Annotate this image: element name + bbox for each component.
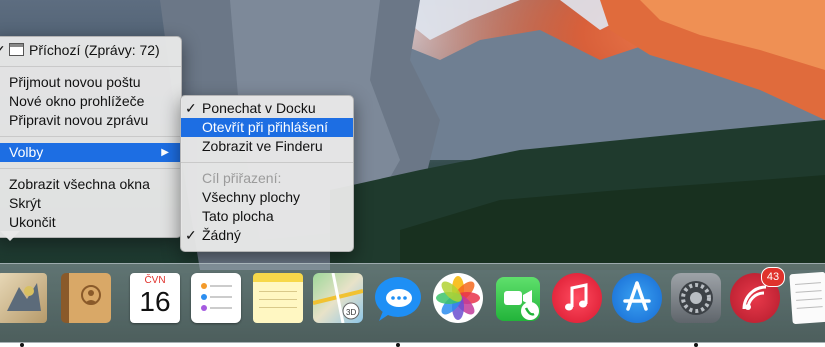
menu-item-new-message[interactable]: Připravit novou zprávu: [0, 111, 181, 130]
menu-item-none[interactable]: ✓ Žádný: [181, 226, 353, 245]
reminders-icon: [191, 273, 241, 323]
menu-pointer: [0, 231, 20, 241]
dock-item-reminders[interactable]: [188, 273, 244, 335]
dock-item-contacts[interactable]: [58, 273, 114, 335]
menu-item-keep-in-dock-label: Ponechat v Docku: [202, 100, 316, 116]
contacts-icon: [61, 273, 111, 323]
app-store-icon: [612, 273, 662, 323]
dock-item-mail[interactable]: [0, 273, 50, 347]
maps-icon: 3D: [312, 272, 364, 324]
calendar-day: 16: [139, 286, 171, 317]
running-indicator: [396, 343, 400, 347]
dock-item-calendar[interactable]: ČVN 16: [127, 273, 183, 335]
dock-item-music[interactable]: [549, 273, 605, 335]
menu-separator: [181, 162, 353, 163]
menu-item-this-desktop[interactable]: Tato plocha: [181, 207, 353, 226]
textedit-icon: [789, 271, 825, 325]
dock-item-messages[interactable]: [370, 273, 426, 347]
menu-item-quit[interactable]: Ukončit: [0, 213, 181, 232]
window-icon: [9, 43, 24, 56]
dock-item-system-preferences[interactable]: [668, 273, 724, 347]
notes-icon: [253, 273, 303, 323]
checkmark-icon: ✓: [185, 100, 197, 116]
menu-item-hide[interactable]: Skrýt: [0, 194, 181, 213]
unread-badge: 43: [761, 267, 785, 287]
menu-item-none-label: Žádný: [202, 227, 241, 243]
photos-icon: [433, 273, 483, 323]
checkmark-icon: ✓: [185, 227, 197, 243]
options-submenu: ✓ Ponechat v Docku Otevřít při přihlášen…: [180, 95, 354, 252]
dock-item-notes[interactable]: [250, 273, 306, 335]
music-icon: [552, 273, 602, 323]
menu-item-show-in-finder[interactable]: Zobrazit ve Finderu: [181, 137, 353, 156]
checkmark-icon: ✓: [0, 41, 6, 60]
dock-item-app-store[interactable]: [609, 273, 665, 335]
menu-item-inbox[interactable]: ✓ Příchozí (Zprávy: 72): [0, 41, 181, 60]
assign-to-header: Cíl přiřazení:: [202, 170, 282, 186]
dock-item-photos[interactable]: [430, 273, 486, 335]
menu-item-all-desktops[interactable]: Všechny plochy: [181, 188, 353, 207]
dock-item-news[interactable]: 43: [727, 267, 785, 335]
mail-icon: [0, 273, 47, 323]
running-indicator: [694, 343, 698, 347]
menu-separator: [0, 66, 181, 67]
dock-item-textedit[interactable]: [788, 271, 825, 335]
menu-item-options-label: Volby: [9, 144, 44, 160]
menu-item-inbox-label: Příchozí (Zprávy: 72): [29, 42, 160, 58]
svg-text:3D: 3D: [346, 308, 356, 317]
facetime-icon: [496, 277, 540, 321]
menu-item-keep-in-dock[interactable]: ✓ Ponechat v Docku: [181, 99, 353, 118]
menu-item-new-viewer-window[interactable]: Nové okno prohlížeče: [0, 92, 181, 111]
messages-icon: [373, 273, 423, 323]
submenu-arrow-icon: ▶: [161, 147, 169, 158]
dock: ČVN 16 3D 43: [0, 263, 825, 347]
menu-item-open-at-login[interactable]: Otevřít při přihlášení: [181, 118, 353, 137]
dock-context-menu: ✓ Příchozí (Zprávy: 72) Přijmout novou p…: [0, 36, 182, 238]
running-indicator: [20, 343, 24, 347]
menu-item-options[interactable]: Volby ▶: [0, 143, 181, 162]
menu-item-get-mail[interactable]: Přijmout novou poštu: [0, 73, 181, 92]
calendar-icon: ČVN 16: [130, 273, 180, 323]
menu-item-show-all-windows[interactable]: Zobrazit všechna okna: [0, 175, 181, 194]
dock-item-facetime[interactable]: [490, 273, 546, 335]
system-preferences-icon: [671, 273, 721, 323]
dock-item-maps[interactable]: 3D: [310, 272, 366, 335]
menu-separator: [0, 136, 181, 137]
menu-separator: [0, 168, 181, 169]
calendar-month: ČVN: [144, 275, 166, 286]
